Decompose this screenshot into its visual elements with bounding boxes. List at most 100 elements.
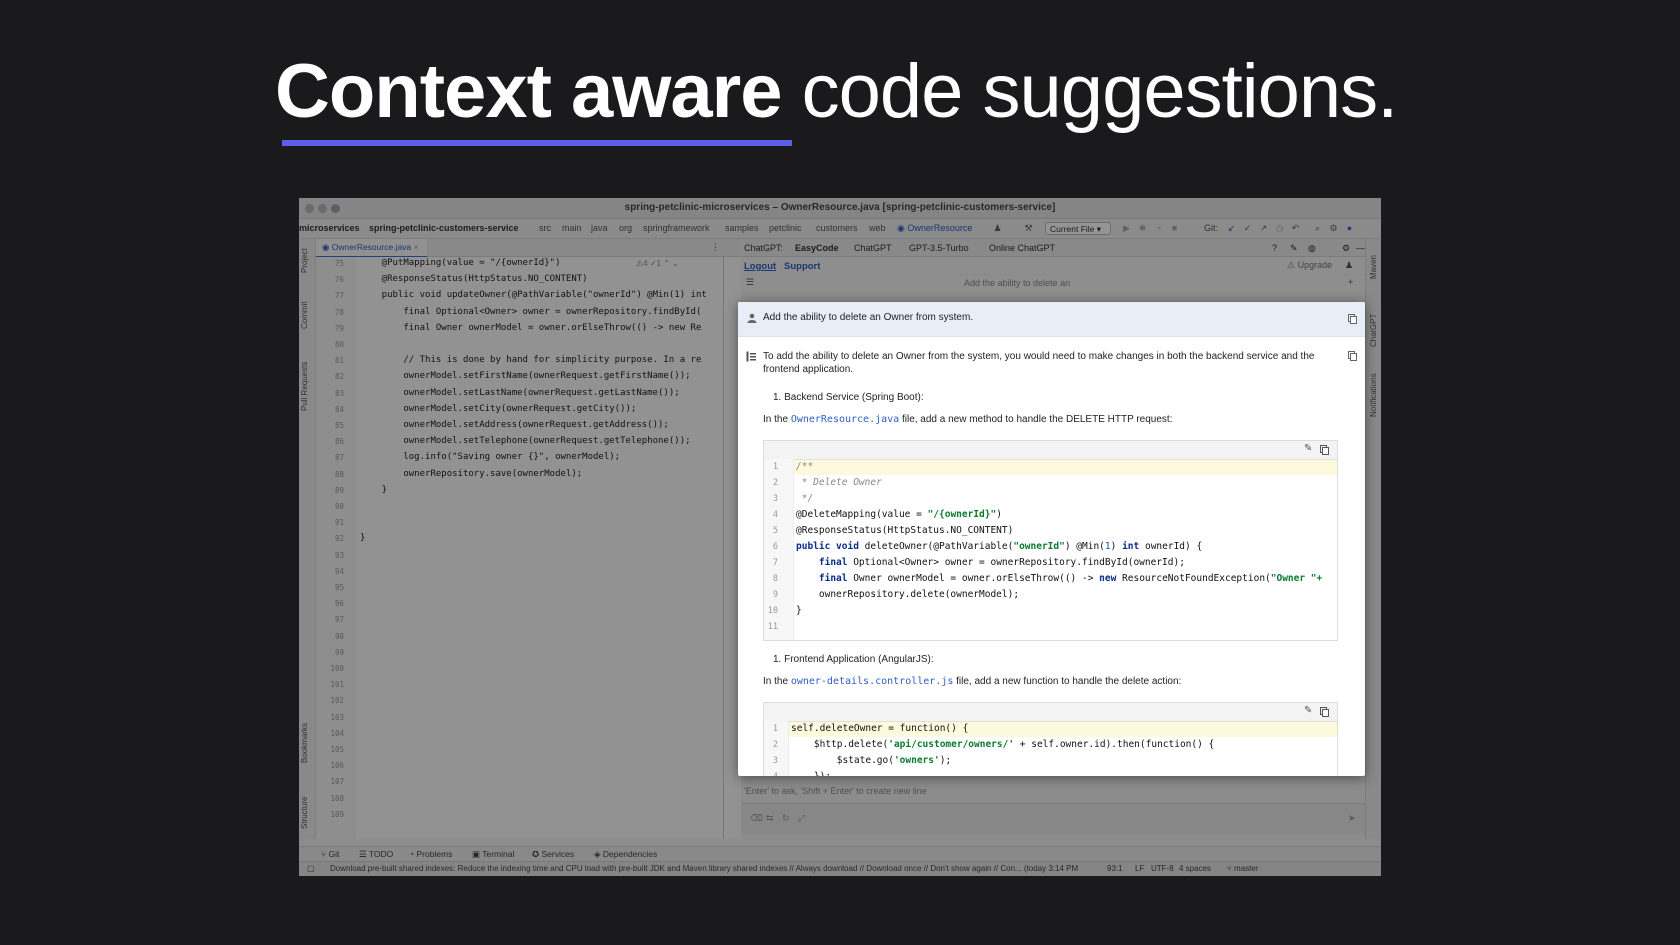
file-link-owner-details[interactable]: owner-details.controller.js [791,676,954,687]
breadcrumb-web[interactable]: web [869,223,886,233]
add-chat-icon[interactable]: + [1348,277,1353,287]
line-separator[interactable]: LF [1135,864,1144,873]
chat-history-title[interactable]: Add the ability to delete an [964,278,1070,288]
code-line-number: 10 [767,606,778,616]
git-push-icon[interactable]: ↗ [1258,223,1269,234]
editor-line-number: 87 [334,453,344,463]
more-tabs-icon[interactable]: ⋮ [711,242,720,253]
run-config-select[interactable]: Current File ▾ [1045,222,1111,235]
copy-code-icon[interactable] [1320,707,1329,717]
search-icon[interactable]: ⌕ [1312,223,1323,234]
editor-code-line: } [360,533,366,544]
refresh-icon[interactable]: ↻ [782,813,790,824]
user-icon[interactable]: ♟ [992,223,1003,234]
copy-response-icon[interactable] [1348,351,1357,361]
editor-line-number: 98 [334,631,344,641]
rollback-icon[interactable]: ↶ [1290,223,1301,234]
tool-pull-requests[interactable]: Pull Requests [300,362,309,411]
status-message[interactable]: Download pre-built shared indexes: Reduc… [330,864,1078,873]
breadcrumb-src[interactable]: src [539,223,551,233]
plugin-icon[interactable]: ● [1344,223,1355,234]
copy-icon[interactable] [1348,314,1357,324]
debug-icon[interactable]: ✱ [1137,223,1148,234]
caret-position[interactable]: 93:1 [1107,864,1123,873]
menu-icon[interactable]: ☰ [746,277,754,288]
send-icon[interactable]: ➤ [1348,813,1356,824]
toolwindow-services[interactable]: ✪ Services [532,849,574,860]
status-icon[interactable]: ▢ [307,864,315,873]
toolwindow-todo[interactable]: ☰ TODO [359,849,393,860]
editor-code-line: ownerModel.setLastName(ownerRequest.getL… [360,387,680,398]
toolwindow-dependencies[interactable]: ◈ Dependencies [594,849,657,860]
code-line-number: 4 [764,772,778,776]
tool-structure[interactable]: Structure [300,797,309,829]
editor-line-number: 76 [334,275,344,285]
breadcrumb-module[interactable]: spring-petclinic-customers-service [369,223,519,233]
indent-setting[interactable]: 4 spaces [1179,864,1211,873]
toolwindow-git[interactable]: ⑂ Git [321,849,339,859]
tab-chatgpt[interactable]: ChatGPT [854,243,892,253]
history-icon[interactable]: ◷ [1274,223,1285,234]
git-update-icon[interactable]: ↙ [1226,223,1237,234]
breadcrumb-customers[interactable]: customers [816,223,858,233]
tool-chatgpt[interactable]: ChatGPT [1369,314,1378,347]
chat-tool-label: ChatGPT: [744,243,784,253]
help-icon[interactable]: ? [1272,243,1277,253]
run-icon[interactable]: ▶ [1121,223,1132,234]
tab-gpt35[interactable]: GPT-3.5-Turbo [909,243,969,253]
editor-tab-ownerresource[interactable]: ◉ OwnerResource.java × [316,239,427,258]
settings-icon[interactable]: ⚙ [1328,223,1339,234]
wrench-icon[interactable]: ✎ [1290,243,1298,254]
editor-scrollbar[interactable] [723,257,724,839]
tool-project[interactable]: Project [300,248,309,273]
editor-line-number: 75 [334,259,344,268]
tool-bookmarks[interactable]: Bookmarks [300,723,309,763]
git-branch-label: master [1234,864,1259,873]
tab-online-chatgpt[interactable]: Online ChatGPT [989,243,1055,253]
chat-input[interactable]: 'Enter' to ask, 'Shift + Enter' to creat… [744,786,927,796]
insert-code-icon[interactable]: ✎ [1304,705,1312,716]
code-editor[interactable]: 75 @PutMapping(value = "/{ownerId}") 76 @… [316,257,741,839]
breadcrumb-project[interactable]: microservices [299,223,360,233]
breadcrumb-samples[interactable]: samples [725,223,759,233]
clear-icon[interactable]: ⌫ [750,813,763,824]
tool-commit[interactable]: Commit [300,301,309,329]
gear-icon[interactable]: ⚙ [1342,243,1350,254]
toolwindow-problems[interactable]: ◔ Problems [409,849,452,859]
support-link[interactable]: Support [784,261,820,272]
editor-code-line: ownerModel.setAddress(ownerRequest.getAd… [360,420,669,430]
file-link-ownerresource[interactable]: OwnerResource.java [791,414,899,425]
upgrade-button[interactable]: ⚠ Upgrade [1287,260,1332,271]
insert-code-icon[interactable]: ✎ [1304,443,1312,454]
copy-code-icon[interactable] [1320,445,1329,455]
hammer-icon[interactable]: ⚒ [1023,223,1034,234]
history-icon-2[interactable]: ⇆ [766,813,774,824]
file-encoding[interactable]: UTF-8 [1151,864,1174,873]
coverage-icon[interactable]: ◔ [1153,223,1164,234]
account-icon[interactable]: ♟ [1345,260,1353,271]
breadcrumb-org[interactable]: org [619,223,632,233]
tab-easycode[interactable]: EasyCode [795,243,839,253]
breadcrumb-springframework[interactable]: springframework [643,223,710,233]
editor-code-line: ownerModel.setCity(ownerRequest.getCity(… [360,403,637,414]
breadcrumb-petclinic[interactable]: petclinic [769,223,802,233]
git-branch[interactable]: ⑂ master [1227,864,1258,873]
hide-panel-icon[interactable]: — [1356,243,1365,253]
logout-link[interactable]: Logout [744,261,776,272]
code-line-number: 7 [772,558,778,568]
close-tab-icon[interactable]: × [414,242,419,252]
stop-icon[interactable]: ■ [1169,223,1180,234]
editor-line-number: 92 [334,534,344,544]
tool-notifications[interactable]: Notifications [1369,373,1378,417]
breadcrumb-main[interactable]: main [562,223,582,233]
github-icon[interactable]: ◍ [1308,243,1316,254]
inspection-widget[interactable]: ⚠4 ✓1 ⌃ ⌄ [636,259,679,268]
tool-maven[interactable]: Maven [1369,255,1378,279]
expand-icon[interactable]: ⤢ [798,813,805,824]
breadcrumb-ownerresource[interactable]: ◉ OwnerResource [897,223,972,234]
breadcrumb-java[interactable]: java [591,223,608,233]
toolwindow-terminal[interactable]: ▣ Terminal [472,849,514,860]
code-line: $http.delete('api/customer/owners/' + se… [791,739,1215,750]
editor-line-number: 85 [334,421,344,430]
git-commit-icon[interactable]: ✓ [1242,223,1253,234]
